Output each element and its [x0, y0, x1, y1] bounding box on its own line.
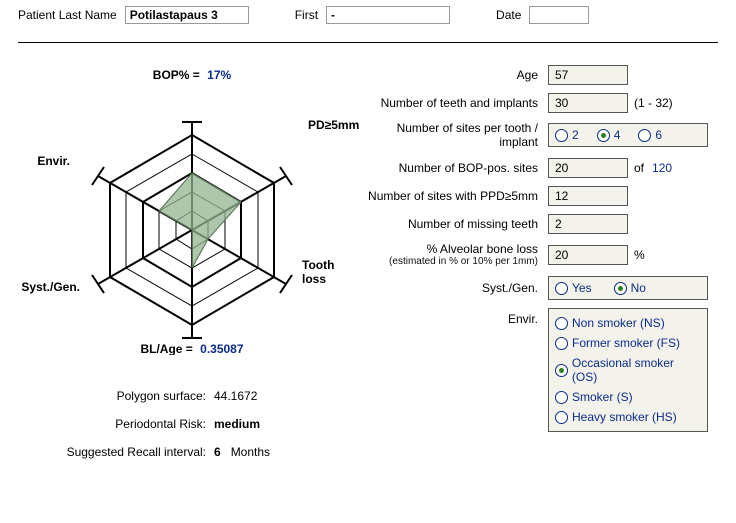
- risk-hexagon-chart: BOP% = 17% PD≥5mm Tooth loss BL/Age = 0.…: [20, 65, 360, 355]
- first-input[interactable]: [326, 6, 450, 24]
- date-label: Date: [496, 8, 521, 22]
- axis-toothloss-label: Tooth loss: [302, 258, 338, 286]
- first-label: First: [295, 8, 318, 22]
- svg-text:BL/Age = 0.35087: BL/Age = 0.35087: [140, 342, 243, 355]
- envir-os[interactable]: Occasional smoker (OS): [555, 353, 701, 387]
- syst-yes[interactable]: Yes: [555, 281, 592, 295]
- axis-bop-value: 17%: [207, 68, 231, 82]
- bone-loss-input[interactable]: [548, 245, 628, 265]
- syst-radio-group: Yes No: [548, 276, 708, 300]
- recall-interval-label: Suggested Recall interval:: [18, 445, 214, 459]
- envir-fs[interactable]: Former smoker (FS): [555, 333, 701, 353]
- ppd-sites-label: Number of sites with PPD≥5mm: [363, 189, 548, 203]
- axis-blage-value: 0.35087: [200, 342, 244, 355]
- lastname-label: Patient Last Name: [18, 8, 117, 22]
- axis-bop-label: BOP% =: [153, 68, 200, 82]
- envir-hs[interactable]: Heavy smoker (HS): [555, 407, 701, 427]
- teeth-input[interactable]: [548, 93, 628, 113]
- bone-loss-label: % Alveolar bone loss (estimated in % or …: [363, 242, 548, 268]
- sites-option-6[interactable]: 6: [638, 128, 662, 142]
- axis-blage-label: BL/Age =: [140, 342, 192, 355]
- bop-sites-input[interactable]: [548, 158, 628, 178]
- sites-option-2[interactable]: 2: [555, 128, 579, 142]
- polygon-surface-label: Polygon surface:: [18, 389, 214, 403]
- periodontal-risk-value: medium: [214, 417, 260, 431]
- date-input[interactable]: [529, 6, 589, 24]
- polygon-surface-value: 44.1672: [214, 389, 257, 403]
- bop-of-label: of: [634, 161, 644, 175]
- age-input[interactable]: [548, 65, 628, 85]
- periodontal-risk-label: Periodontal Risk:: [18, 417, 214, 431]
- axis-envir-label: Envir.: [37, 154, 70, 168]
- axis-syst-label: Syst./Gen.: [21, 280, 80, 294]
- svg-text:BOP% = 17%: BOP% = 17%: [153, 68, 232, 82]
- ppd-sites-input[interactable]: [548, 186, 628, 206]
- envir-ns[interactable]: Non smoker (NS): [555, 313, 701, 333]
- teeth-range: (1 - 32): [634, 96, 673, 110]
- sites-per-tooth-radio-group: 2 4 6: [548, 123, 708, 147]
- age-label: Age: [363, 68, 548, 82]
- recall-interval-value: 6: [214, 445, 221, 459]
- bop-sites-label: Number of BOP-pos. sites: [363, 161, 548, 175]
- sites-per-tooth-label: Number of sites per tooth / implant: [363, 121, 548, 150]
- sites-option-4[interactable]: 4: [597, 128, 621, 142]
- divider: [18, 42, 718, 43]
- envir-s[interactable]: Smoker (S): [555, 387, 701, 407]
- bop-total: 120: [652, 161, 672, 175]
- envir-radio-group: Non smoker (NS) Former smoker (FS) Occas…: [548, 308, 708, 432]
- envir-label: Envir.: [363, 308, 548, 326]
- teeth-label: Number of teeth and implants: [363, 96, 548, 110]
- bone-loss-unit: %: [634, 248, 645, 262]
- missing-teeth-label: Number of missing teeth: [363, 217, 548, 231]
- recall-interval-unit: Months: [231, 445, 270, 459]
- syst-no[interactable]: No: [614, 281, 646, 295]
- missing-teeth-input[interactable]: [548, 214, 628, 234]
- syst-label: Syst./Gen.: [363, 281, 548, 295]
- axis-pd-label: PD≥5mm: [308, 118, 359, 132]
- lastname-input[interactable]: [125, 6, 249, 24]
